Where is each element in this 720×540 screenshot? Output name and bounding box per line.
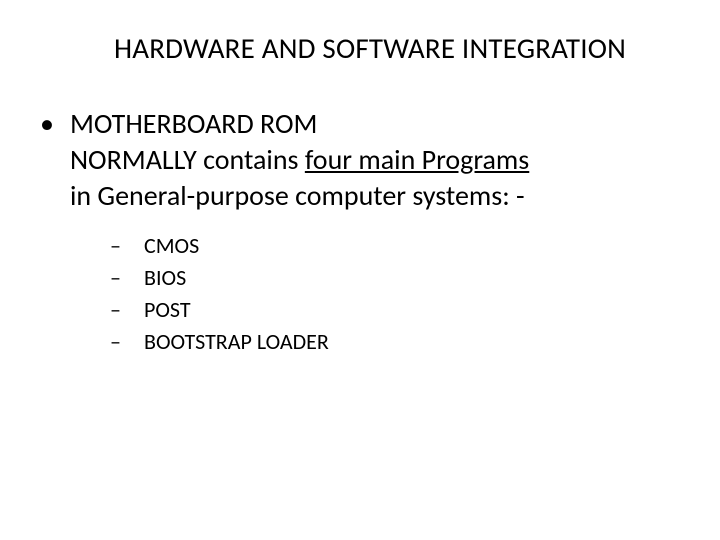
slide-title: HARDWARE AND SOFTWARE INTEGRATION — [50, 30, 690, 66]
list-item: – CMOS — [110, 230, 690, 262]
bullet-body: MOTHERBOARD ROM NORMALLY contains four m… — [70, 106, 529, 214]
dash-marker: – — [110, 262, 144, 294]
list-item-label: POST — [144, 294, 191, 326]
list-item-label: BOOTSTRAP LOADER — [144, 326, 329, 358]
sub-list: – CMOS – BIOS – POST – BOOTSTRAP LOADER — [110, 230, 690, 358]
bullet-line-2-pre: NORMALLY contains — [70, 142, 305, 177]
bullet-line-2-underlined: four main Programs — [305, 142, 529, 177]
bullet-marker: • — [40, 106, 54, 214]
list-item: – BOOTSTRAP LOADER — [110, 326, 690, 358]
list-item: – POST — [110, 294, 690, 326]
list-item: – BIOS — [110, 262, 690, 294]
list-item-label: CMOS — [144, 230, 199, 262]
bullet-line-2: NORMALLY contains four main Programs — [70, 142, 529, 178]
bullet-line-1: MOTHERBOARD ROM — [70, 106, 529, 142]
dash-marker: – — [110, 294, 144, 326]
bullet-line-3: in General-purpose computer systems: - — [70, 178, 529, 214]
dash-marker: – — [110, 230, 144, 262]
list-item-label: BIOS — [144, 262, 186, 294]
dash-marker: – — [110, 326, 144, 358]
bullet-item: • MOTHERBOARD ROM NORMALLY contains four… — [40, 106, 690, 214]
